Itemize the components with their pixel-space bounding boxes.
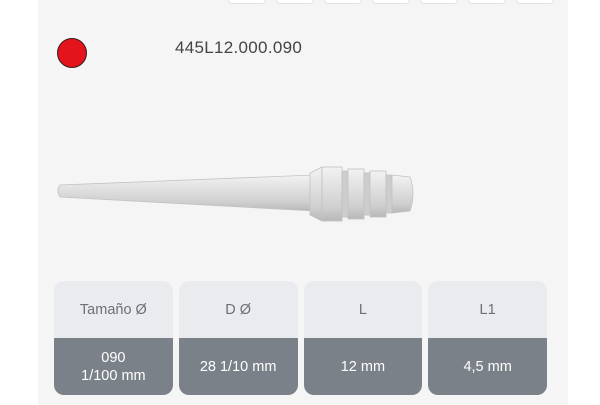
specs-table: Tamaño Ø 090 1/100 mm D Ø 28 1/10 mm L 1… — [54, 281, 547, 395]
spec-value: 090 1/100 mm — [54, 338, 173, 395]
spec-header: L — [303, 281, 423, 338]
product-code: 445L12.000.090 — [175, 38, 303, 57]
top-tab[interactable] — [468, 0, 506, 4]
top-tab[interactable] — [324, 0, 362, 4]
spec-value: 4,5 mm — [428, 338, 547, 395]
top-tab[interactable] — [516, 0, 554, 4]
spec-value: 12 mm — [303, 338, 423, 395]
spec-column-size: Tamaño Ø 090 1/100 mm — [54, 281, 173, 395]
top-tab[interactable] — [420, 0, 458, 4]
spec-value: 28 1/10 mm — [178, 338, 298, 395]
color-indicator — [57, 38, 87, 68]
top-tab[interactable] — [276, 0, 314, 4]
spec-header: Tamaño Ø — [54, 281, 173, 338]
spec-header: D Ø — [178, 281, 298, 338]
top-tab[interactable] — [372, 0, 410, 4]
spec-column-length1: L1 4,5 mm — [428, 281, 547, 395]
top-tab[interactable] — [228, 0, 266, 4]
spec-column-diameter: D Ø 28 1/10 mm — [178, 281, 298, 395]
top-tab-strip — [0, 0, 600, 6]
spec-column-length: L 12 mm — [303, 281, 423, 395]
post-pin-image — [57, 166, 414, 222]
spec-header: L1 — [428, 281, 547, 338]
